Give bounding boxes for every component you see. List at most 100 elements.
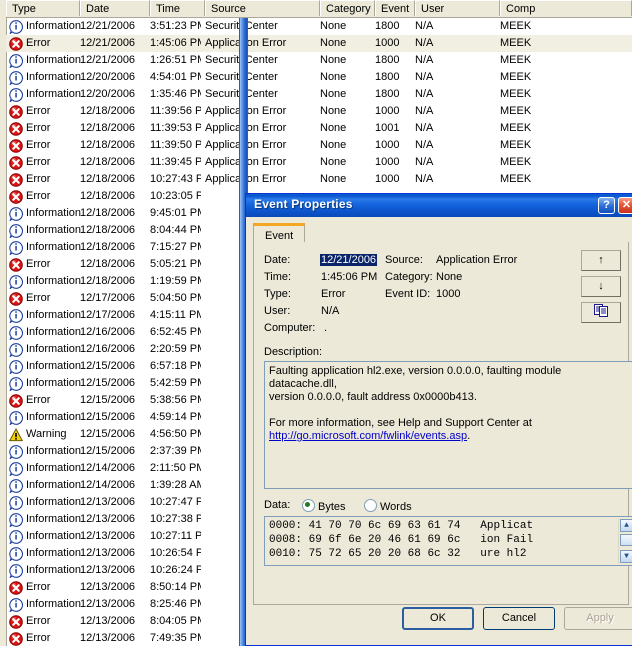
cell-type: Information <box>26 513 82 525</box>
cell-event: 1800 <box>375 71 400 83</box>
cancel-button[interactable]: Cancel <box>483 607 555 630</box>
tab-event[interactable]: Event <box>253 223 306 243</box>
cell-date: 12/14/2006 <box>80 479 136 491</box>
cell-date: 12/18/2006 <box>80 224 136 236</box>
copy-button[interactable] <box>581 302 621 323</box>
column-header-event[interactable]: Event <box>375 0 415 16</box>
data-scrollbar-thumb[interactable] <box>620 534 632 546</box>
cell-type: Information <box>26 564 82 576</box>
cell-type: Information <box>26 360 82 372</box>
cell-user: N/A <box>415 37 434 49</box>
cell-time: 5:38:56 PM <box>150 394 201 406</box>
description-line-2: version 0.0.0.0, fault address 0x0000b41… <box>269 391 477 403</box>
cell-type: Error <box>26 37 51 49</box>
column-header-comp[interactable]: Comp <box>500 0 632 16</box>
table-row[interactable]: Information12/20/2006 1:35:46 PM SecurityC… <box>6 86 632 103</box>
cell-date: 12/21/2006 <box>80 37 136 49</box>
cell-category: None <box>320 71 347 83</box>
cell-category: None <box>320 139 347 151</box>
error-icon <box>9 394 23 408</box>
cell-date: 12/13/2006 <box>80 581 136 593</box>
cell-date: 12/18/2006 <box>80 173 136 185</box>
type-label: Type: <box>264 288 291 300</box>
information-icon <box>9 71 23 85</box>
data-words-radio[interactable]: Words <box>364 499 412 513</box>
cell-time: 5:42:59 PM <box>150 377 201 389</box>
cell-source: Application Error <box>205 173 287 185</box>
cell-type: Error <box>26 139 51 151</box>
cell-date: 12/16/2006 <box>80 326 136 338</box>
cell-time: 2:37:39 PM <box>150 445 201 457</box>
information-icon <box>9 275 23 289</box>
column-header-type[interactable]: Type <box>6 0 80 16</box>
column-header-date[interactable]: Date <box>80 0 150 16</box>
cell-time: 7:49:35 PM <box>150 632 201 644</box>
cell-date: 12/18/2006 <box>80 139 136 151</box>
help-button[interactable]: ? <box>598 197 615 214</box>
column-header-category[interactable]: Category <box>320 0 375 16</box>
information-icon <box>9 377 23 391</box>
table-row[interactable]: Information12/21/2006 1:26:51 PM SecurityC… <box>6 52 632 69</box>
data-scrollbar[interactable]: ▲ ▼ <box>618 518 632 564</box>
table-row[interactable]: Error 12/18/2006 11:39:53 PM Application Er… <box>6 120 632 137</box>
cell-source: SecurityCenter <box>205 86 316 103</box>
description-line-1: Faulting application hl2.exe, version 0.… <box>269 365 562 390</box>
category-value: None <box>436 271 463 283</box>
cell-category: None <box>320 156 347 168</box>
cell-time: 11:39:50 PM <box>150 139 201 151</box>
column-header-source[interactable]: Source <box>205 0 320 16</box>
scroll-up-icon[interactable]: ▲ <box>620 519 632 532</box>
cell-event: 1800 <box>375 20 400 32</box>
cell-computer: MEEK <box>500 71 532 83</box>
information-icon <box>9 496 23 510</box>
ok-button[interactable]: OK <box>402 607 474 630</box>
cell-type: Error <box>26 394 51 406</box>
data-bytes-radio[interactable]: Bytes <box>302 499 346 513</box>
table-row[interactable]: Information12/20/2006 4:54:01 PM SecurityC… <box>6 69 632 86</box>
previous-event-button[interactable]: ↑ <box>581 250 621 271</box>
cell-date: 12/20/2006 <box>80 71 136 83</box>
next-event-button[interactable]: ↓ <box>581 276 621 297</box>
cell-type: Information <box>26 207 82 219</box>
cell-type: Error <box>26 581 51 593</box>
information-icon <box>9 462 23 476</box>
cell-type: Information <box>26 241 82 253</box>
list-column-headers[interactable]: Type Date Time Source Category Event User Comp <box>6 0 632 18</box>
hex-offset: 0000: <box>269 520 303 532</box>
table-row[interactable]: Error 12/18/2006 11:39:45 PM Application Er… <box>6 154 632 171</box>
category-label: Category: <box>385 271 433 283</box>
cell-type: Error <box>26 632 51 644</box>
warning-icon <box>9 428 23 442</box>
column-header-time[interactable]: Time <box>150 0 205 16</box>
data-hex-box[interactable]: 0000: 41 70 70 6c 69 63 61 74 Applicat 00… <box>264 516 632 566</box>
cell-type: Information <box>26 275 82 287</box>
table-row[interactable]: Error 12/18/2006 11:39:50 PM Application Er… <box>6 137 632 154</box>
table-row[interactable]: Error 12/18/2006 11:39:56 PM Application Er… <box>6 103 632 120</box>
column-header-user[interactable]: User <box>415 0 500 16</box>
description-box[interactable]: Faulting application hl2.exe, version 0.… <box>264 361 632 489</box>
copy-icon <box>593 304 609 318</box>
hex-bytes: 75 72 65 20 20 68 6c 32 <box>308 548 461 560</box>
date-label: Date: <box>264 254 291 266</box>
date-value[interactable]: 12/21/2006 <box>320 254 378 266</box>
cell-user: N/A <box>415 156 434 168</box>
type-value: Error <box>321 288 346 300</box>
table-row[interactable]: Information12/21/2006 3:51:23 PM SecurityC… <box>6 18 632 35</box>
cell-time: 6:57:18 PM <box>150 360 201 372</box>
apply-button[interactable]: Apply <box>564 607 632 630</box>
cell-type: Error <box>26 190 51 202</box>
event-properties-dialog: Event Properties ? ✕ Event Date: 12/21/2… <box>245 193 632 646</box>
close-icon[interactable]: ✕ <box>618 197 632 214</box>
events-help-link[interactable]: http://go.microsoft.com/fwlink/events.as… <box>269 430 467 442</box>
cell-time: 10:27:43 PM <box>150 173 201 185</box>
cell-time: 5:04:50 PM <box>150 292 201 304</box>
dialog-titlebar[interactable]: Event Properties ? ✕ <box>246 194 632 217</box>
hex-row: 0010: 75 72 65 20 20 68 6c 32 ure hl2 <box>269 547 631 561</box>
table-row[interactable]: Error 12/21/2006 1:45:06 PM Application Err… <box>6 35 632 52</box>
table-row[interactable]: Error 12/18/2006 10:27:43 PM Application Er… <box>6 171 632 188</box>
cell-user: N/A <box>415 88 434 100</box>
scroll-down-icon[interactable]: ▼ <box>620 550 632 563</box>
cell-computer: MEEK <box>500 37 532 49</box>
computer-label: Computer: <box>264 322 316 334</box>
cell-time: 2:11:50 PM <box>150 462 201 474</box>
